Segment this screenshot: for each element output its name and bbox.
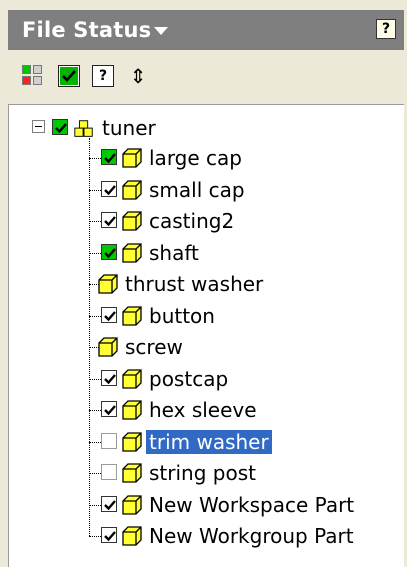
item-checkbox[interactable] bbox=[101, 149, 117, 165]
tree-label: screw bbox=[125, 335, 183, 359]
tree-label: casting2 bbox=[149, 209, 235, 233]
part-icon bbox=[121, 525, 143, 547]
tree-label: hex sleeve bbox=[149, 398, 257, 422]
item-checkbox[interactable] bbox=[101, 464, 117, 480]
tree-label: large cap bbox=[149, 146, 242, 170]
tree-root-tuner[interactable]: tuner bbox=[9, 114, 309, 142]
tree-line bbox=[89, 536, 101, 537]
part-icon bbox=[121, 305, 143, 327]
tree-item[interactable]: New Workspace Part bbox=[9, 491, 399, 519]
tree-line bbox=[89, 158, 101, 159]
tree-item[interactable]: casting2 bbox=[9, 207, 399, 235]
file-tree[interactable]: tuner large cap small cap casting2 shaft thr… bbox=[8, 104, 404, 567]
part-icon bbox=[121, 210, 143, 232]
tree-label: tuner bbox=[102, 116, 156, 140]
file-status-panel: File Status ? ? ⇕ tuner large cap small … bbox=[0, 0, 407, 567]
item-checkbox[interactable] bbox=[101, 369, 117, 386]
tree-line bbox=[89, 473, 101, 474]
item-checkbox[interactable] bbox=[101, 401, 117, 417]
tree-item[interactable]: shaft bbox=[9, 239, 399, 267]
tree-line bbox=[89, 410, 101, 411]
part-icon bbox=[121, 368, 143, 390]
part-icon bbox=[121, 147, 143, 169]
refresh-icon[interactable]: ⇕ bbox=[127, 65, 149, 87]
tree-item[interactable]: trim washer bbox=[9, 428, 399, 456]
tree-line bbox=[89, 221, 101, 222]
help-icon[interactable]: ? bbox=[92, 65, 114, 87]
part-icon bbox=[121, 179, 143, 201]
tree-label: New Workspace Part bbox=[149, 492, 355, 517]
tree-item[interactable]: thrust washer bbox=[9, 270, 399, 298]
status-grid-icon[interactable] bbox=[22, 65, 44, 87]
tree-label: string post bbox=[149, 461, 256, 485]
tree-line bbox=[89, 504, 101, 506]
panel-title-dropdown[interactable]: File Status bbox=[22, 18, 151, 42]
tree-item[interactable]: button bbox=[9, 302, 399, 330]
part-icon bbox=[121, 242, 143, 264]
tree-line bbox=[89, 252, 101, 254]
part-icon bbox=[97, 336, 119, 358]
tree-label: shaft bbox=[149, 240, 199, 265]
item-checkbox[interactable] bbox=[101, 527, 117, 543]
tree-item[interactable]: screw bbox=[9, 333, 399, 361]
part-icon bbox=[121, 462, 143, 484]
part-icon bbox=[97, 273, 119, 295]
tree-item[interactable]: postcap bbox=[9, 365, 399, 393]
help-button[interactable]: ? bbox=[376, 19, 396, 39]
tree-item[interactable]: string post bbox=[9, 459, 399, 487]
item-checkbox[interactable] bbox=[101, 180, 117, 197]
tree-label: New Workgroup Part bbox=[149, 524, 354, 548]
panel-header: File Status ? bbox=[8, 10, 404, 50]
tree-label: button bbox=[149, 303, 215, 328]
check-green-icon[interactable] bbox=[58, 65, 80, 87]
tree-line bbox=[89, 441, 101, 443]
tree-line bbox=[89, 189, 101, 191]
tree-item[interactable]: New Workgroup Part bbox=[9, 522, 399, 550]
part-icon bbox=[121, 431, 143, 453]
tree-item[interactable]: hex sleeve bbox=[9, 396, 399, 424]
tree-item[interactable]: small cap bbox=[9, 176, 399, 204]
tree-label: thrust washer bbox=[125, 272, 264, 296]
item-checkbox[interactable] bbox=[101, 243, 117, 260]
tree-line bbox=[89, 315, 101, 317]
tree-label: small cap bbox=[149, 177, 245, 202]
chevron-down-icon[interactable] bbox=[154, 27, 168, 35]
toolbar: ? ⇕ bbox=[8, 54, 404, 100]
tree-label: postcap bbox=[149, 366, 229, 391]
item-checkbox[interactable] bbox=[101, 306, 117, 323]
part-icon bbox=[121, 399, 143, 421]
tree-line bbox=[89, 378, 101, 380]
item-checkbox[interactable] bbox=[101, 432, 117, 449]
assembly-icon bbox=[74, 120, 93, 137]
part-icon bbox=[121, 494, 143, 516]
item-checkbox[interactable] bbox=[101, 212, 117, 228]
root-checkbox[interactable] bbox=[52, 119, 68, 135]
item-checkbox[interactable] bbox=[101, 495, 117, 512]
tree-label: trim washer bbox=[146, 429, 272, 454]
tree-item[interactable]: large cap bbox=[9, 144, 399, 172]
